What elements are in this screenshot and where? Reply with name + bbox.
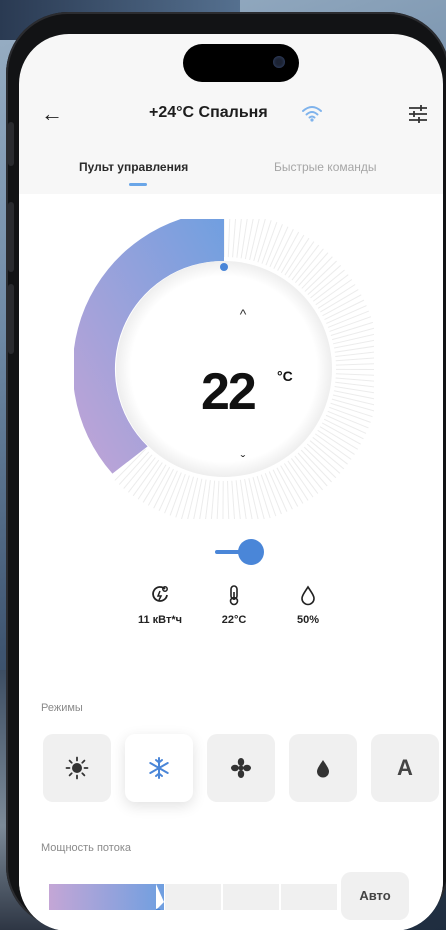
decrease-temp-button[interactable]: ˇ: [233, 452, 253, 468]
temperature-value: 22°C: [221, 614, 247, 626]
sun-icon: [65, 756, 89, 780]
humidity-value: 50%: [296, 614, 320, 626]
modes-row: A: [39, 734, 439, 806]
humidity-drop-icon: [301, 585, 315, 606]
volume-down-button: [8, 284, 14, 354]
thermometer-icon: [229, 585, 239, 606]
flow-power-label: Мощность потока: [41, 842, 132, 854]
tab-bar: Пульт управления Быстрые команды: [19, 150, 443, 190]
temperature-unit: °C: [277, 368, 293, 384]
app-screen: ← +24°C Спальня Пульт управления Быстрые…: [19, 34, 443, 930]
energy-icon: [152, 586, 168, 602]
mode-heat-button[interactable]: [43, 734, 111, 802]
tab-quick-commands[interactable]: Быстрые команды: [274, 160, 377, 174]
flow-auto-button[interactable]: Авто: [341, 872, 409, 920]
side-button: [8, 122, 14, 166]
sliders-icon[interactable]: [406, 102, 430, 126]
mode-dry-button[interactable]: [289, 734, 357, 802]
flow-power-slider[interactable]: [49, 884, 349, 910]
auto-icon: A: [397, 755, 413, 780]
dial-knob[interactable]: [220, 263, 228, 271]
mode-cool-button[interactable]: [125, 734, 193, 802]
control-panel: ^ 22 °C ˇ 11 кВт*ч 22°C 50% Режимы A Мощ…: [19, 194, 443, 930]
page-title: +24°C Спальня: [149, 104, 268, 121]
power-toggle[interactable]: [213, 534, 273, 570]
wifi-icon: [302, 106, 322, 122]
back-arrow-icon[interactable]: ←: [41, 100, 69, 128]
stat-temperature: 22°C: [199, 584, 269, 626]
phone-frame: ← +24°C Спальня Пульт управления Быстрые…: [6, 12, 446, 930]
target-temperature: 22: [201, 363, 257, 421]
flow-power-fill: [49, 884, 164, 910]
stat-humidity: 50%: [273, 584, 343, 626]
increase-temp-button[interactable]: ^: [233, 306, 253, 322]
fan-icon: [231, 758, 251, 778]
flow-power-handle[interactable]: [156, 884, 176, 910]
volume-up-button: [8, 202, 14, 272]
dynamic-island: [183, 44, 299, 82]
mode-auto-button[interactable]: A: [371, 734, 439, 802]
active-tab-indicator: [129, 183, 147, 186]
app-header: ← +24°C Спальня: [19, 94, 443, 132]
tab-remote-control[interactable]: Пульт управления: [79, 160, 188, 174]
stat-energy: 11 кВт*ч: [125, 584, 195, 626]
modes-label: Режимы: [41, 702, 83, 714]
stats-row: 11 кВт*ч 22°C 50%: [19, 584, 443, 654]
mode-fan-button[interactable]: [207, 734, 275, 802]
snowflake-icon: [149, 757, 169, 779]
drop-icon: [317, 760, 329, 778]
energy-value: 11 кВт*ч: [137, 614, 183, 626]
